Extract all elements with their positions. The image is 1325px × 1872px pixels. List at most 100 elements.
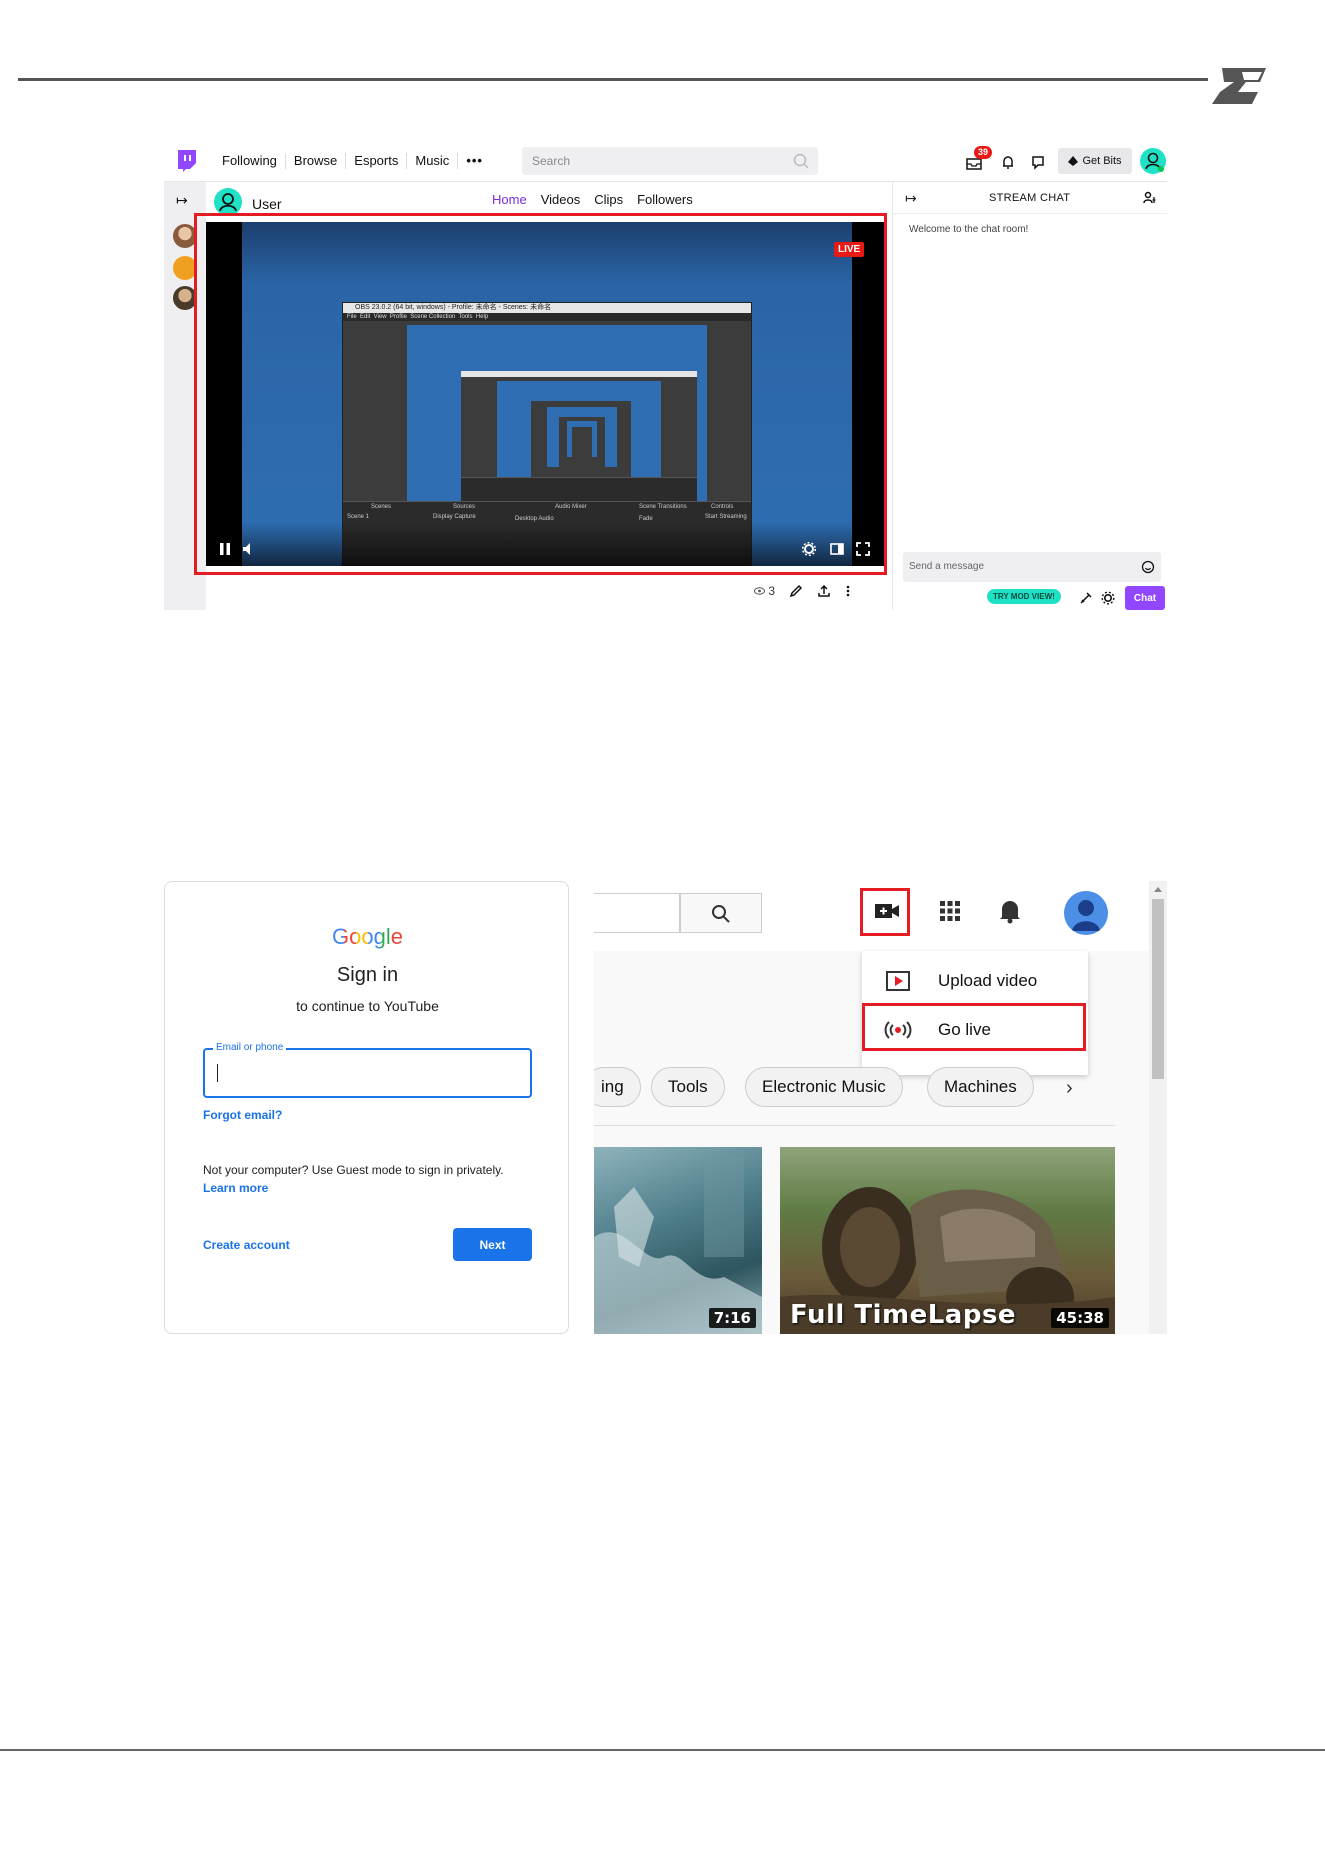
upload-video-icon: [886, 971, 910, 991]
highlight-box-create: [860, 888, 910, 936]
google-logo-text: Google: [332, 924, 403, 949]
chat-settings-icon[interactable]: [1101, 591, 1115, 605]
try-mod-view-button[interactable]: TRY MOD VIEW!: [987, 589, 1061, 604]
footer-rule: [0, 1749, 1325, 1751]
youtube-search-button[interactable]: [680, 893, 762, 933]
email-field[interactable]: Email or phone: [203, 1042, 532, 1098]
video-duration: 45:38: [1051, 1308, 1109, 1328]
player-actions: 3: [754, 584, 851, 598]
create-account-link[interactable]: Create account: [203, 1238, 290, 1252]
video-thumbnail[interactable]: Full TimeLapse 45:38: [780, 1147, 1115, 1334]
chat-title: STREAM CHAT: [989, 192, 1071, 204]
mod-sword-icon[interactable]: [1079, 591, 1093, 605]
scroll-up-icon[interactable]: [1153, 885, 1163, 893]
stream-chat-panel: ↦ STREAM CHAT Welcome to the chat room! …: [892, 182, 1167, 610]
filter-chip[interactable]: ing: [594, 1067, 641, 1107]
chat-send-button[interactable]: Chat: [1125, 586, 1165, 610]
upload-video-label: Upload video: [938, 971, 1038, 990]
signin-subtitle: to continue to YouTube: [296, 998, 439, 1014]
search-placeholder: Search: [532, 154, 571, 168]
more-options-icon[interactable]: [845, 584, 851, 598]
tab-clips[interactable]: Clips: [594, 192, 623, 207]
youtube-avatar[interactable]: [1064, 891, 1108, 935]
chat-message-input[interactable]: Send a message: [903, 552, 1161, 582]
email-field-label: Email or phone: [213, 1042, 287, 1053]
tab-followers[interactable]: Followers: [637, 192, 693, 207]
filter-chip-label: Tools: [668, 1077, 708, 1096]
chat-input-placeholder: Send a message: [909, 561, 985, 572]
bell-icon[interactable]: [998, 898, 1022, 924]
nav-following[interactable]: Following: [214, 153, 286, 169]
chat-send-label: Chat: [1133, 592, 1157, 604]
filter-chip-label: ing: [601, 1077, 624, 1096]
nav-more[interactable]: •••: [458, 153, 491, 169]
text-cursor: [217, 1064, 218, 1082]
video-duration: 7:16: [708, 1308, 756, 1328]
get-bits-button[interactable]: Get Bits: [1058, 148, 1132, 174]
filter-chip-machines[interactable]: Machines: [927, 1067, 1034, 1107]
chevron-right-icon[interactable]: ›: [1066, 1077, 1073, 1100]
google-signin-card: Google Sign in to continue to YouTube Em…: [164, 881, 569, 1334]
google-logo: Google: [165, 924, 570, 950]
emote-picker-icon[interactable]: [1141, 560, 1155, 574]
highlight-box-go-live: [862, 1003, 1086, 1051]
channel-name[interactable]: User: [252, 196, 282, 212]
bits-icon: [1068, 156, 1079, 166]
next-button[interactable]: Next: [453, 1228, 532, 1261]
twitch-main-nav: Following Browse Esports Music •••: [214, 153, 491, 169]
tab-home[interactable]: Home: [492, 192, 527, 207]
youtube-header: [594, 881, 1167, 951]
brand-logo-icon: [1212, 68, 1266, 104]
get-bits-label: Get Bits: [1082, 155, 1122, 167]
viewer-count-value: 3: [768, 584, 776, 598]
share-icon[interactable]: [817, 584, 831, 598]
filter-chip-label: Electronic Music: [762, 1077, 886, 1096]
guest-mode-text: Not your computer? Use Guest mode to sig…: [203, 1163, 504, 1177]
thumbnail-art: [594, 1157, 762, 1334]
filter-chip-tools[interactable]: Tools: [651, 1067, 725, 1107]
chat-users-icon[interactable]: [1143, 191, 1157, 205]
nav-browse[interactable]: Browse: [286, 153, 347, 169]
search-icon[interactable]: [792, 152, 810, 170]
twitch-screenshot: Following Browse Esports Music ••• Searc…: [164, 140, 1167, 610]
twitch-logo-icon[interactable]: [176, 149, 198, 173]
viewer-count: 3: [754, 584, 775, 598]
collapse-chat-icon[interactable]: ↦: [905, 190, 917, 207]
twitch-search-input[interactable]: Search: [522, 147, 818, 175]
user-avatar[interactable]: [1140, 148, 1166, 174]
next-button-label: Next: [479, 1237, 506, 1252]
learn-more-link[interactable]: Learn more: [203, 1181, 268, 1195]
notification-badge: 39: [974, 146, 993, 159]
filter-chip-label: Machines: [944, 1077, 1017, 1096]
filter-chip-electronic-music[interactable]: Electronic Music: [745, 1067, 903, 1107]
scrollbar[interactable]: [1149, 881, 1167, 1334]
channel-avatar[interactable]: [214, 188, 242, 216]
nav-music[interactable]: Music: [407, 153, 459, 169]
eye-icon: [754, 587, 765, 595]
user-icon: [219, 193, 237, 212]
youtube-search-input[interactable]: [594, 893, 680, 933]
twitch-topbar: Following Browse Esports Music ••• Searc…: [164, 140, 1167, 182]
search-icon: [712, 905, 730, 923]
bell-icon[interactable]: [1000, 154, 1016, 170]
chat-welcome-message: Welcome to the chat room!: [909, 224, 1029, 235]
highlight-box-player: [194, 213, 887, 575]
collapse-arrow-icon[interactable]: ↦: [176, 192, 188, 209]
video-thumbnail[interactable]: 7:16: [594, 1147, 762, 1334]
nav-esports[interactable]: Esports: [346, 153, 408, 169]
scrollbar-thumb[interactable]: [1152, 899, 1164, 1079]
tab-videos[interactable]: Videos: [541, 192, 581, 207]
apps-grid-icon[interactable]: [938, 899, 962, 923]
chips-divider: [594, 1125, 1115, 1126]
whispers-icon[interactable]: [1030, 154, 1046, 170]
youtube-screenshot: Upload video Go live ing Tools Electroni…: [594, 881, 1167, 1334]
forgot-email-link[interactable]: Forgot email?: [203, 1108, 282, 1122]
user-icon: [1145, 152, 1164, 172]
channel-tabs: Home Videos Clips Followers: [492, 192, 693, 207]
chat-header: ↦ STREAM CHAT: [893, 182, 1167, 214]
user-icon: [1072, 900, 1100, 931]
thumbnail-title: Full TimeLapse: [790, 1300, 1017, 1330]
header-rule: [18, 78, 1208, 81]
upload-video-item[interactable]: Upload video: [862, 957, 1088, 1005]
edit-pencil-icon[interactable]: [789, 584, 803, 598]
